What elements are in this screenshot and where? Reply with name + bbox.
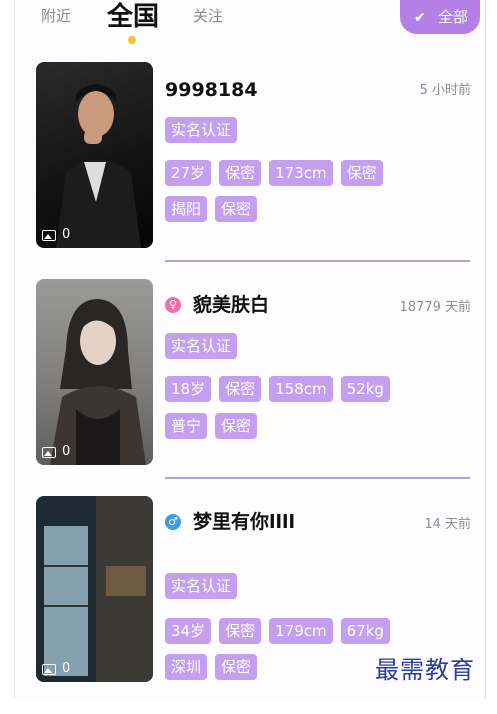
tag: 保密 (215, 196, 258, 222)
tag: 保密 (219, 160, 262, 186)
card-divider (165, 477, 470, 479)
tag: 保密 (215, 654, 258, 680)
scene-image (36, 496, 153, 682)
verification-tags: 实名认证 (165, 333, 238, 359)
user-card[interactable]: 0 9998184 5 小时前 实名认证 27岁 保密 173cm 保密 揭阳 … (15, 62, 485, 280)
tag: 保密 (219, 376, 262, 402)
tag-weight: 52kg (340, 376, 390, 402)
card-divider (165, 260, 470, 262)
female-icon: ♀ (165, 297, 181, 313)
tag: 保密 (215, 413, 258, 439)
profile-tags: 27岁 保密 173cm 保密 (165, 160, 383, 186)
check-icon: ✔ (414, 10, 426, 26)
tag-age: 27岁 (165, 160, 212, 186)
tab-nationwide[interactable]: 全国 (107, 2, 159, 32)
tab-following[interactable]: 关注 (193, 6, 223, 26)
user-name[interactable]: 梦里有你llll (193, 510, 295, 534)
tag-city: 普宁 (165, 413, 208, 439)
location-tags: 普宁 保密 (165, 413, 258, 439)
image-icon (42, 663, 56, 675)
tab-nearby[interactable]: 附近 (41, 6, 71, 26)
tag-city: 揭阳 (165, 196, 208, 222)
last-active-time: 18779 天前 (399, 300, 472, 315)
filter-label: 全部 (437, 8, 468, 26)
tag-height: 173cm (269, 160, 333, 186)
user-card[interactable]: 0 ♀ 貌美肤白 18779 天前 实名认证 18岁 保密 158cm 52kg… (15, 279, 485, 497)
portrait-image (50, 299, 146, 465)
profile-tags: 34岁 保密 179cm 67kg (165, 618, 390, 644)
active-tab-indicator (128, 36, 136, 44)
filter-button[interactable]: ✔ 全部 (400, 0, 480, 34)
watermark-text: 最需教育 (375, 656, 475, 684)
tag: 实名认证 (165, 117, 238, 143)
photo-count: 0 (42, 227, 70, 243)
tag-city: 深圳 (165, 654, 208, 680)
tag: 实名认证 (165, 573, 238, 599)
user-photo[interactable]: 0 (36, 279, 153, 465)
last-active-time: 14 天前 (424, 517, 471, 532)
male-icon: ♂ (165, 514, 181, 530)
image-icon (42, 229, 56, 241)
tag: 保密 (219, 618, 262, 644)
tag: 实名认证 (165, 333, 238, 359)
user-photo[interactable]: 0 (36, 496, 153, 682)
location-tags: 深圳 保密 (165, 654, 258, 680)
photo-count-value: 0 (62, 227, 71, 242)
photo-count: 0 (42, 444, 70, 460)
verification-tags: 实名认证 (165, 573, 238, 599)
location-tags: 揭阳 保密 (165, 196, 258, 222)
app-screen: 附近 全国 关注 ✔ 全部 0 9998184 5 小时前 实名认证 27岁 保… (14, 0, 486, 699)
tag-height: 179cm (269, 618, 333, 644)
verification-tags: 实名认证 (165, 117, 238, 143)
user-name[interactable]: 9998184 (165, 78, 258, 102)
portrait-image (56, 84, 141, 248)
tag-age: 18岁 (165, 376, 212, 402)
last-active-time: 5 小时前 (419, 83, 471, 98)
tag-height: 158cm (269, 376, 333, 402)
tag: 保密 (340, 160, 383, 186)
tag-age: 34岁 (165, 618, 212, 644)
user-name[interactable]: 貌美肤白 (193, 293, 269, 317)
photo-count-value: 0 (62, 661, 71, 676)
user-photo[interactable]: 0 (36, 62, 153, 248)
profile-tags: 18岁 保密 158cm 52kg (165, 376, 390, 402)
top-tabs: 附近 全国 关注 ✔ 全部 (15, 0, 485, 48)
photo-count-value: 0 (62, 444, 71, 459)
tag-weight: 67kg (340, 618, 390, 644)
photo-count: 0 (42, 661, 70, 677)
image-icon (42, 446, 56, 458)
